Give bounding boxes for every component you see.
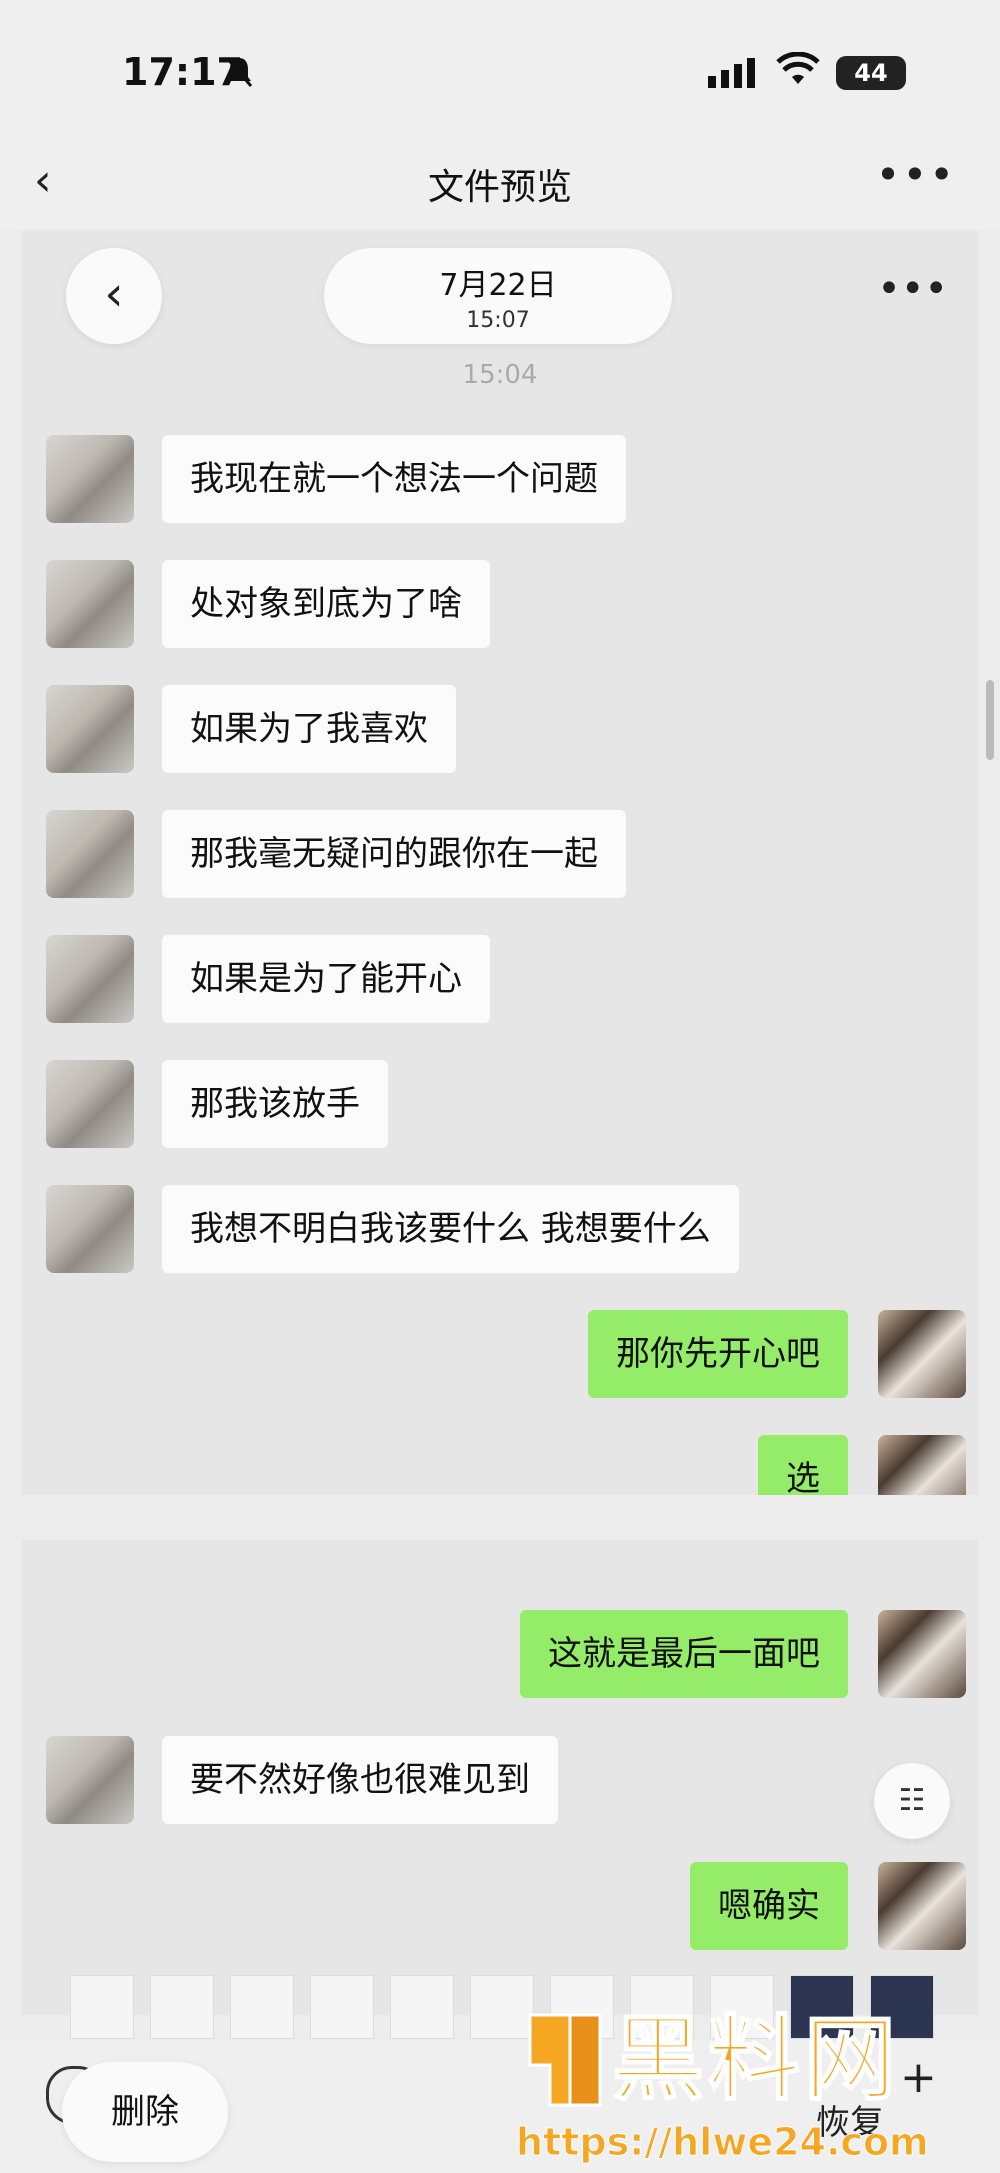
message-bubble-incoming: 那我该放手 xyxy=(162,1060,388,1148)
thumbnail[interactable] xyxy=(390,1975,454,2039)
message-bubble-incoming: 我现在就一个想法一个问题 xyxy=(162,435,626,523)
watermark-brand: 黑料网 xyxy=(611,2005,901,2114)
message-bubble-outgoing: 选 xyxy=(758,1435,848,1495)
chat-more-icon: ••• xyxy=(877,266,948,312)
user-avatar xyxy=(878,1862,966,1950)
thumbnail[interactable] xyxy=(230,1975,294,2039)
wifi-icon xyxy=(776,52,820,84)
date-time-label: 15:07 xyxy=(466,308,530,333)
scan-text-icon[interactable]: ☷ xyxy=(874,1763,950,1839)
message-bubble-incoming: 处对象到底为了啥 xyxy=(162,560,490,648)
message-bubble-incoming: 如果是为了能开心 xyxy=(162,935,490,1023)
message-bubble-incoming: 那我毫无疑问的跟你在一起 xyxy=(162,810,626,898)
contact-avatar xyxy=(46,435,134,523)
contact-avatar xyxy=(46,810,134,898)
battery-indicator: 44 xyxy=(836,56,906,90)
contact-avatar xyxy=(46,685,134,773)
delete-button[interactable]: 删除 xyxy=(62,2062,228,2162)
chat-screenshot-2: 这就是最后一面吧 要不然好像也很难见到 嗯确实 xyxy=(22,1540,978,2015)
thumbnail[interactable] xyxy=(70,1975,134,2039)
date-label: 7月22日 xyxy=(439,268,557,303)
message-row: 如果是为了能开心 xyxy=(22,935,978,1025)
message-bubble-incoming: 如果为了我喜欢 xyxy=(162,685,456,773)
message-row: 那我毫无疑问的跟你在一起 xyxy=(22,810,978,900)
message-row: 我现在就一个想法一个问题 xyxy=(22,435,978,525)
message-row: 要不然好像也很难见到 xyxy=(22,1736,978,1826)
message-bubble-incoming: 我想不明白我该要什么 我想要什么 xyxy=(162,1185,739,1273)
chat-back-icon: ‹ xyxy=(66,248,162,344)
chat-screenshot-1: ‹ 7月22日 15:07 ••• 15:04 我现在就一个想法一个问题 处对象… xyxy=(22,230,978,1495)
user-avatar xyxy=(878,1610,966,1698)
signal-icon xyxy=(708,58,755,88)
message-bubble-outgoing: 那你先开心吧 xyxy=(588,1310,848,1398)
thumbnail[interactable] xyxy=(150,1975,214,2039)
message-timestamp: 15:04 xyxy=(462,360,538,390)
message-row: 那我该放手 xyxy=(22,1060,978,1150)
page-title: 文件预览 xyxy=(427,167,572,208)
contact-avatar xyxy=(46,1060,134,1148)
user-avatar xyxy=(878,1310,966,1398)
date-pill: 7月22日 15:07 xyxy=(324,248,672,344)
watermark-url: https://hlwe24.com xyxy=(516,2120,930,2165)
user-avatar xyxy=(878,1435,966,1495)
message-row: 那你先开心吧 xyxy=(22,1310,978,1400)
contact-avatar xyxy=(46,560,134,648)
scrollbar[interactable] xyxy=(986,680,994,760)
contact-avatar xyxy=(46,935,134,1023)
thumbnail[interactable] xyxy=(310,1975,374,2039)
message-bubble-incoming: 要不然好像也很难见到 xyxy=(162,1736,558,1824)
message-row: 如果为了我喜欢 xyxy=(22,685,978,775)
message-bubble-outgoing: 这就是最后一面吧 xyxy=(520,1610,848,1698)
message-row: 我想不明白我该要什么 我想要什么 xyxy=(22,1185,978,1275)
message-row: 选 xyxy=(22,1435,978,1495)
message-row: 这就是最后一面吧 xyxy=(22,1610,978,1700)
message-bubble-outgoing: 嗯确实 xyxy=(690,1862,848,1950)
more-options-icon[interactable]: ••• xyxy=(876,150,956,199)
message-row: 处对象到底为了啥 xyxy=(22,560,978,650)
mute-bell-icon xyxy=(225,57,253,87)
contact-avatar xyxy=(46,1185,134,1273)
message-row: 嗯确实 xyxy=(22,1862,978,1952)
contact-avatar xyxy=(46,1736,134,1824)
